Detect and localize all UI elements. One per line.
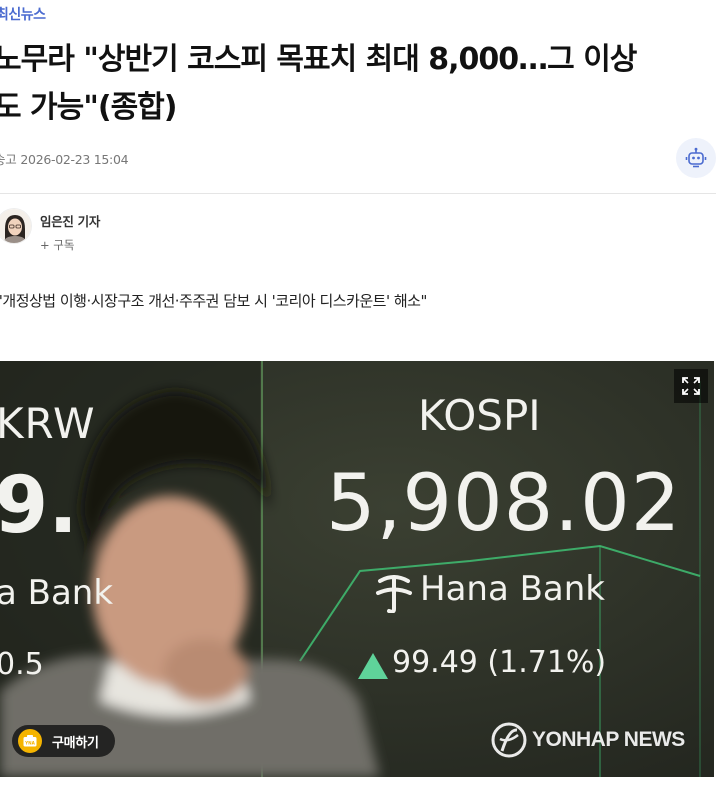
board-left-bank: a Bank [0, 573, 114, 613]
robot-icon [685, 147, 707, 168]
subscribe-button[interactable]: + 구독 [40, 237, 100, 253]
up-arrow-icon [358, 653, 388, 679]
board-left-currency: KRW [0, 399, 96, 448]
board-index-change: 99.49 (1.71%) [392, 645, 607, 680]
headline-line-1: 노무라 "상반기 코스피 목표치 최대 8,000…그 이상 [0, 42, 637, 77]
watermark-text: YONHAP NEWS [532, 728, 685, 751]
board-bank-name: Hana Bank [420, 569, 605, 609]
headline-line-2: 도 가능"(종합) [0, 90, 177, 125]
reporter-block: 임은진 기자 + 구독 [0, 208, 100, 252]
buy-photo-button[interactable]: YNA 구매하기 [12, 725, 115, 757]
buy-button-label: 구매하기 [52, 735, 99, 751]
meta-label: 송고 [0, 152, 17, 167]
header-divider [0, 193, 716, 194]
hana-logo-icon [376, 575, 412, 613]
reporter-avatar[interactable] [0, 208, 32, 244]
yonhap-logo-icon [491, 722, 527, 758]
article-meta: 송고2026-02-23 15:04 [0, 149, 129, 168]
category-label[interactable]: 최신뉴스 [0, 4, 46, 24]
camera-badge-icon: YNA [18, 729, 42, 753]
expand-photo-button[interactable] [674, 369, 708, 403]
article-subheadline: "개정상법 이행·시장구조 개선·주주권 담보 시 '코리아 디스카운트' 해소… [0, 292, 427, 310]
board-left-value: 9. [0, 461, 78, 551]
board-index-value: 5,908.02 [326, 459, 682, 549]
photo-scene [0, 361, 714, 777]
ai-summary-button[interactable] [676, 138, 716, 178]
article-photo[interactable]: KRW 9. a Bank 0.5 KOSPI 5,908.02 Hana Ba… [0, 361, 714, 777]
yonhap-watermark: YONHAP NEWS [490, 721, 685, 759]
board-index-name: KOSPI [418, 391, 541, 440]
publish-timestamp: 2026-02-23 15:04 [20, 152, 129, 167]
reporter-name[interactable]: 임은진 기자 [40, 211, 100, 230]
article-headline: 노무라 "상반기 코스피 목표치 최대 8,000…그 이상 도 가능"(종합) [0, 36, 724, 132]
buy-icon-text: YNA [24, 740, 36, 745]
board-left-change: 0.5 [0, 647, 44, 682]
expand-icon [682, 377, 700, 395]
